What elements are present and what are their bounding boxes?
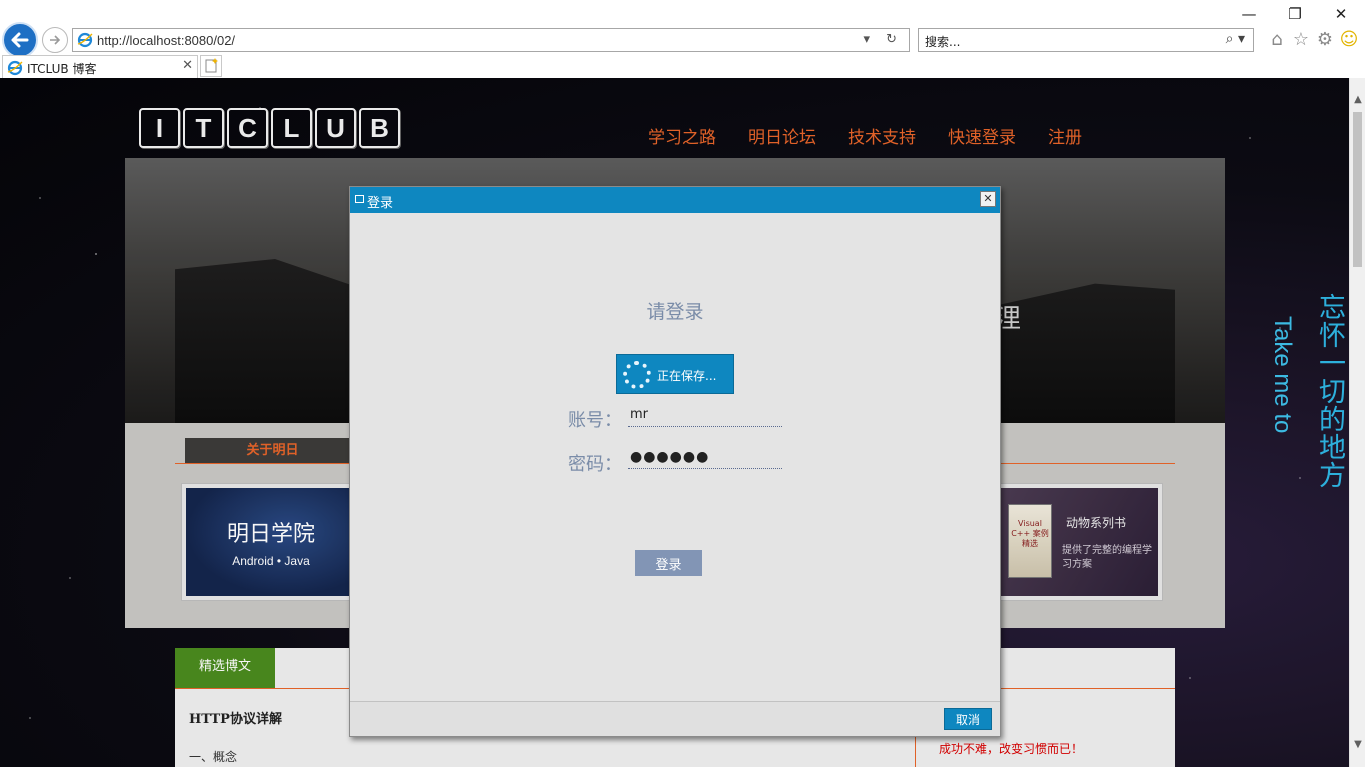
dialog-footer: 取消 (350, 701, 1000, 736)
account-label: 账号： (568, 410, 622, 431)
browser-tab[interactable]: ITCLUB 博客 ✕ (2, 55, 198, 78)
forward-button[interactable] (42, 27, 68, 53)
new-tab-button[interactable] (200, 55, 222, 77)
loading-spinner-icon (623, 361, 651, 389)
dialog-title: 登录 (367, 196, 394, 211)
refresh-icon[interactable]: ▾ ↻ (863, 32, 903, 47)
home-icon[interactable]: ⌂ (1266, 29, 1288, 51)
saving-indicator: 正在保存... (616, 354, 734, 394)
password-input[interactable]: ●●●●●● (628, 449, 782, 469)
saving-text: 正在保存... (657, 369, 717, 383)
ie-page-icon (77, 32, 93, 48)
favorites-star-icon[interactable]: ☆ (1290, 29, 1312, 51)
smiley-feedback-icon[interactable]: ☺ (1338, 29, 1360, 51)
back-button[interactable] (2, 22, 38, 58)
scroll-thumb[interactable] (1353, 112, 1362, 267)
dialog-header[interactable]: 登录 ✕ (350, 187, 1000, 213)
tab-close-icon[interactable]: ✕ (182, 58, 193, 73)
close-window-button[interactable]: ✕ (1326, 4, 1356, 24)
browser-chrome: — ❐ ✕ http://localhost:8080/02/ ▾ ↻ 搜索..… (0, 0, 1365, 78)
page-scrollbar[interactable]: ▲ ▼ (1349, 78, 1365, 767)
dialog-close-button[interactable]: ✕ (980, 191, 996, 207)
account-input[interactable]: mr (628, 407, 782, 427)
maximize-button[interactable]: ❐ (1280, 4, 1310, 24)
new-tab-icon (205, 58, 218, 73)
login-button[interactable]: 登录 (635, 550, 702, 576)
ie-tab-icon (7, 60, 23, 76)
minimize-button[interactable]: — (1234, 4, 1264, 24)
login-dialog: 登录 ✕ 请登录 正在保存... 账号： mr 密码： ●●●●●● 登录 取消 (349, 186, 1001, 737)
address-bar[interactable]: http://localhost:8080/02/ ▾ ↻ (72, 28, 910, 52)
cancel-button[interactable]: 取消 (944, 708, 992, 730)
address-url: http://localhost:8080/02/ (97, 33, 236, 48)
settings-gear-icon[interactable]: ⚙ (1314, 29, 1336, 51)
search-icon[interactable]: ⌕ ▾ (1226, 31, 1245, 47)
tab-title: ITCLUB 博客 (27, 62, 97, 76)
window-icon (355, 195, 364, 203)
search-box[interactable]: 搜索... ⌕ ▾ (918, 28, 1254, 52)
scroll-up-icon[interactable]: ▲ (1350, 92, 1365, 108)
search-input[interactable]: 搜索... (925, 33, 960, 50)
back-arrow-icon (11, 32, 29, 48)
forward-arrow-icon (50, 35, 61, 45)
password-label: 密码： (568, 454, 622, 475)
scroll-down-icon[interactable]: ▼ (1350, 737, 1365, 753)
login-heading: 请登录 (646, 301, 704, 323)
